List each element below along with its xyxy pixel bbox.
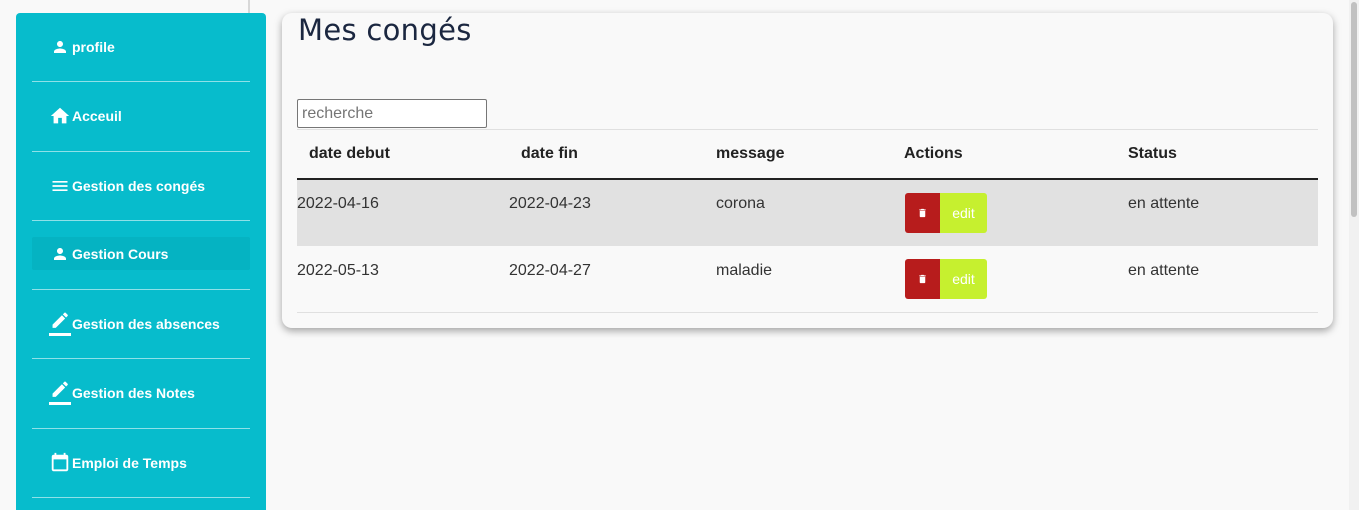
sidebar-divider xyxy=(32,151,250,152)
sidebar-divider xyxy=(32,81,250,82)
cell-start-date: 2022-04-16 xyxy=(297,195,379,212)
sidebar-divider xyxy=(32,220,250,221)
pencil-icon xyxy=(48,381,72,405)
sidebar-item-profile[interactable]: profile xyxy=(32,30,250,63)
cell-end-date: 2022-04-27 xyxy=(509,262,591,279)
table-top-border xyxy=(297,129,1318,130)
sidebar: profile Acceuil Gestion des congés Gesti… xyxy=(16,13,266,510)
cell-status: en attente xyxy=(1128,195,1200,212)
home-icon xyxy=(48,104,72,128)
column-header-end-date: date fin xyxy=(521,145,578,162)
sidebar-item-gestion-des-conges[interactable]: Gestion des congés xyxy=(32,169,250,202)
column-header-start-date: date debut xyxy=(309,145,390,162)
sidebar-divider xyxy=(32,358,250,359)
cell-status: en attente xyxy=(1128,262,1200,279)
leave-card: Mes congés date debut date fin message A… xyxy=(282,13,1333,328)
cell-message: maladie xyxy=(716,262,773,279)
cell-end-date: 2022-04-23 xyxy=(509,195,591,212)
sidebar-item-label: Gestion des congés xyxy=(72,177,206,194)
sidebar-item-gestion-des-absences[interactable]: Gestion des absences xyxy=(32,307,250,340)
sidebar-item-gestion-cours[interactable]: Gestion Cours xyxy=(32,237,250,270)
delete-button[interactable] xyxy=(905,259,940,299)
cell-message: corona xyxy=(716,195,765,212)
page-title: Mes congés xyxy=(298,13,472,47)
page-divider xyxy=(248,0,250,14)
sidebar-item-label: Gestion des Notes xyxy=(72,384,195,401)
cell-start-date: 2022-05-13 xyxy=(297,262,379,279)
delete-button[interactable] xyxy=(905,193,940,233)
sidebar-divider xyxy=(32,289,250,290)
sidebar-item-acceuil[interactable]: Acceuil xyxy=(32,99,250,132)
column-header-actions: Actions xyxy=(904,145,963,162)
column-header-status: Status xyxy=(1128,145,1177,162)
table-row xyxy=(297,180,1318,246)
sidebar-divider xyxy=(32,497,250,498)
sidebar-item-label: Gestion des absences xyxy=(72,315,220,332)
sidebar-item-label: Emploi de Temps xyxy=(72,454,187,471)
sidebar-item-label: Gestion Cours xyxy=(72,245,169,262)
pencil-icon xyxy=(48,312,72,336)
sidebar-item-gestion-des-notes[interactable]: Gestion des Notes xyxy=(32,376,250,409)
table-bottom-border xyxy=(297,312,1318,313)
page-scrollbar-thumb[interactable] xyxy=(1351,2,1357,217)
sidebar-item-label: Acceuil xyxy=(72,107,122,124)
edit-button[interactable]: edit xyxy=(940,259,987,299)
sidebar-item-emploi-de-temps[interactable]: Emploi de Temps xyxy=(32,446,250,479)
sidebar-divider xyxy=(32,428,250,429)
calendar-icon xyxy=(48,451,72,475)
menu-icon xyxy=(48,174,72,198)
person-icon xyxy=(48,242,72,266)
sidebar-item-label: profile xyxy=(72,38,115,55)
column-header-message: message xyxy=(716,145,785,162)
trash-icon xyxy=(919,274,926,284)
person-icon xyxy=(48,35,72,59)
edit-button[interactable]: edit xyxy=(940,193,987,233)
search-input[interactable] xyxy=(297,99,487,128)
trash-icon xyxy=(919,208,926,218)
